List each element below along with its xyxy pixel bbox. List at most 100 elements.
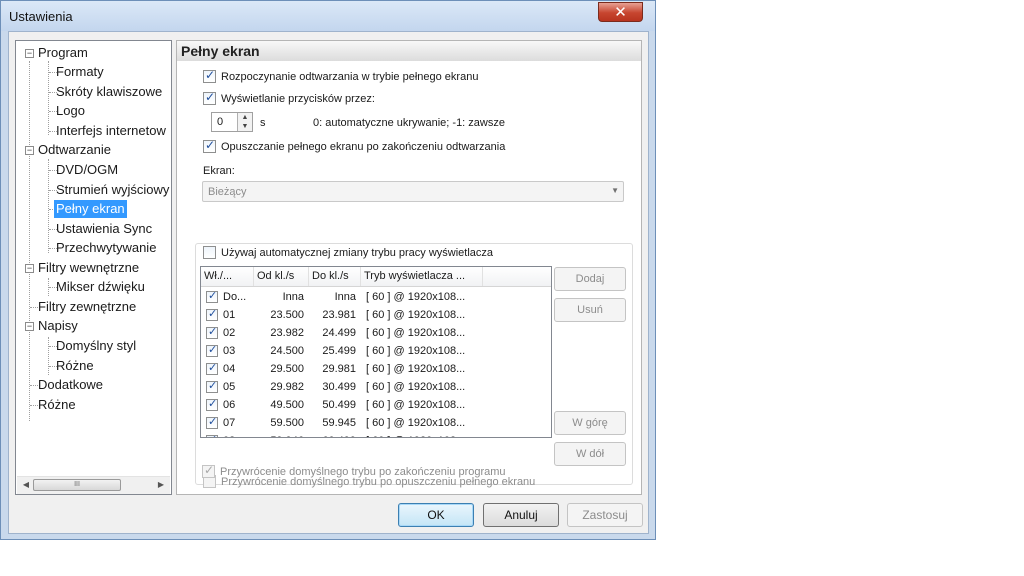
tree-item-interfejs-internetowy[interactable]: Interfejs internetow bbox=[56, 122, 166, 140]
row-enabled-checkbox[interactable] bbox=[206, 379, 218, 393]
table-row[interactable]: Do... Inna Inna [ 60 ] @ 1920x108... bbox=[201, 288, 551, 306]
scroll-right-icon[interactable]: ▶ bbox=[155, 479, 167, 491]
row-enabled-checkbox[interactable] bbox=[206, 343, 218, 357]
table-cell-mode: [ 60 ] @ 1920x108... bbox=[366, 432, 486, 437]
tree-item-filtry-zewnetrzne[interactable]: Filtry zewnętrzne bbox=[38, 298, 136, 316]
seconds-stepper[interactable]: 0 ▲ ▼ bbox=[211, 112, 253, 132]
tree-item-filtry-wewnetrzne[interactable]: Filtry wewnętrzne bbox=[38, 259, 139, 277]
remove-button[interactable]: Usuń bbox=[554, 298, 626, 322]
row-enabled-checkbox[interactable] bbox=[206, 415, 218, 429]
settings-tree: − Program Formaty Skróty klawiszowe Logo… bbox=[15, 40, 172, 495]
stepper-down-icon[interactable]: ▼ bbox=[237, 122, 252, 131]
tree-item-domyslny-styl[interactable]: Domyślny styl bbox=[56, 337, 136, 355]
tree-horizontal-scrollbar[interactable]: ◀ III ▶ bbox=[17, 476, 170, 494]
show-buttons-label[interactable]: Wyświetlanie przycisków przez: bbox=[221, 92, 375, 106]
collapse-program-icon[interactable]: − bbox=[25, 49, 34, 58]
tree-item-program[interactable]: Program bbox=[38, 44, 88, 62]
table-row[interactable]: 0859.946 60.499 [ 60 ] @ 1920x108... bbox=[201, 432, 551, 437]
table-cell-mode: [ 60 ] @ 1920x108... bbox=[366, 381, 466, 393]
tree-item-strumien-wyjsciowy[interactable]: Strumień wyjściowy bbox=[56, 181, 169, 199]
column-header-to[interactable]: Do kl./s bbox=[309, 267, 361, 286]
tree-item-logo[interactable]: Logo bbox=[56, 102, 85, 120]
collapse-napisy-icon[interactable]: − bbox=[25, 322, 34, 331]
show-buttons-checkbox[interactable] bbox=[203, 90, 216, 105]
scroll-thumb[interactable]: III bbox=[33, 479, 121, 491]
column-header-enabled[interactable]: Wł./... bbox=[201, 267, 254, 286]
tree-item-przechwytywanie[interactable]: Przechwytywanie bbox=[56, 239, 156, 257]
move-down-button[interactable]: W dół bbox=[554, 442, 626, 466]
panel-title: Pełny ekran bbox=[177, 41, 641, 61]
tree-item-dodatkowe[interactable]: Dodatkowe bbox=[38, 376, 103, 394]
start-fullscreen-checkbox[interactable] bbox=[203, 68, 216, 83]
apply-button[interactable]: Zastosuj bbox=[567, 503, 643, 527]
column-header-from[interactable]: Od kl./s bbox=[254, 267, 309, 286]
table-cell-from: 23.982 bbox=[270, 327, 304, 339]
table-cell-name: Do... bbox=[223, 291, 247, 303]
table-row[interactable]: 06 49.500 50.499 [ 60 ] @ 1920x108... bbox=[201, 396, 551, 414]
table-cell-to: 23.981 bbox=[322, 309, 356, 321]
collapse-filtry-wewnetrzne-icon[interactable]: − bbox=[25, 264, 34, 273]
table-cell-name: 03 bbox=[223, 345, 236, 357]
restore-on-close-label[interactable]: Przywrócenie domyślnego trybu po zakończ… bbox=[220, 465, 506, 479]
tree-item-dvd-ogm[interactable]: DVD/OGM bbox=[56, 161, 118, 179]
table-cell-from: 29.982 bbox=[270, 381, 304, 393]
chevron-down-icon[interactable]: ▼ bbox=[611, 186, 619, 195]
tree-item-pelny-ekran[interactable]: Pełny ekran bbox=[54, 200, 127, 218]
row-enabled-checkbox[interactable] bbox=[206, 325, 218, 339]
exit-fullscreen-label[interactable]: Opuszczanie pełnego ekranu po zakończeni… bbox=[221, 140, 505, 154]
add-button[interactable]: Dodaj bbox=[554, 267, 626, 291]
start-fullscreen-label[interactable]: Rozpoczynanie odtwarzania w trybie pełne… bbox=[221, 70, 478, 84]
column-header-display-mode[interactable]: Tryb wyświetlacza ... bbox=[361, 267, 483, 286]
table-cell-name: 08 bbox=[223, 432, 254, 437]
table-cell-to: 24.499 bbox=[322, 327, 356, 339]
table-cell-name: 01 bbox=[223, 309, 236, 321]
collapse-odtwarzanie-icon[interactable]: − bbox=[25, 146, 34, 155]
display-mode-list: Wł./... Od kl./s Do kl./s Tryb wyświetla… bbox=[200, 266, 552, 438]
table-cell-from: 59.946 bbox=[254, 432, 304, 437]
table-row[interactable]: 04 29.500 29.981 [ 60 ] @ 1920x108... bbox=[201, 360, 551, 378]
auto-mode-label[interactable]: Używaj automatycznej zmiany trybu pracy … bbox=[221, 246, 493, 260]
table-cell-from: 23.500 bbox=[270, 309, 304, 321]
table-cell-mode: [ 60 ] @ 1920x108... bbox=[366, 309, 466, 321]
table-cell-from: 24.500 bbox=[270, 345, 304, 357]
scroll-left-icon[interactable]: ◀ bbox=[20, 479, 32, 491]
tree-item-formaty[interactable]: Formaty bbox=[56, 63, 104, 81]
row-enabled-checkbox[interactable] bbox=[206, 397, 218, 411]
table-row[interactable]: 01 23.500 23.981 [ 60 ] @ 1920x108... bbox=[201, 306, 551, 324]
auto-mode-checkbox[interactable] bbox=[203, 246, 216, 259]
row-enabled-checkbox[interactable] bbox=[206, 307, 218, 321]
table-row[interactable]: 02 23.982 24.499 [ 60 ] @ 1920x108... bbox=[201, 324, 551, 342]
table-cell-name: 06 bbox=[223, 399, 236, 411]
table-cell-to: 29.981 bbox=[322, 363, 356, 375]
table-cell-to: 60.499 bbox=[309, 432, 356, 437]
restore-on-close-checkbox[interactable] bbox=[202, 463, 215, 478]
screen-select[interactable]: Bieżący ▼ bbox=[202, 181, 624, 202]
table-cell-to: 25.499 bbox=[322, 345, 356, 357]
table-cell-name: 07 bbox=[223, 417, 236, 429]
table-row[interactable]: 05 29.982 30.499 [ 60 ] @ 1920x108... bbox=[201, 378, 551, 396]
row-enabled-checkbox[interactable] bbox=[206, 361, 218, 375]
tree-item-ustawienia-sync[interactable]: Ustawienia Sync bbox=[56, 220, 152, 238]
tree-item-rozne[interactable]: Różne bbox=[38, 396, 76, 414]
table-cell-to: 59.945 bbox=[322, 417, 356, 429]
tree-item-skroty-klawiszowe[interactable]: Skróty klawiszowe bbox=[56, 83, 162, 101]
close-icon[interactable]: ✕ bbox=[598, 2, 643, 22]
table-cell-mode: [ 60 ] @ 1920x108... bbox=[366, 345, 466, 357]
tree-item-odtwarzanie[interactable]: Odtwarzanie bbox=[38, 141, 111, 159]
tree-item-rozne-napisy[interactable]: Różne bbox=[56, 357, 94, 375]
tree-item-mikser-dzwieku[interactable]: Mikser dźwięku bbox=[56, 278, 145, 296]
screen-select-value: Bieżący bbox=[208, 186, 247, 198]
tree-item-napisy[interactable]: Napisy bbox=[38, 317, 78, 335]
cancel-button[interactable]: Anuluj bbox=[483, 503, 559, 527]
row-enabled-checkbox[interactable] bbox=[206, 289, 218, 303]
table-cell-to: 50.499 bbox=[322, 399, 356, 411]
ok-button[interactable]: OK bbox=[398, 503, 474, 527]
move-up-button[interactable]: W górę bbox=[554, 411, 626, 435]
row-enabled-checkbox[interactable] bbox=[206, 433, 218, 437]
table-row[interactable]: 03 24.500 25.499 [ 60 ] @ 1920x108... bbox=[201, 342, 551, 360]
seconds-value[interactable]: 0 bbox=[217, 116, 223, 128]
table-row[interactable]: 07 59.500 59.945 [ 60 ] @ 1920x108... bbox=[201, 414, 551, 432]
table-cell-from: Inna bbox=[282, 291, 304, 303]
exit-fullscreen-checkbox[interactable] bbox=[203, 138, 216, 153]
table-cell-from: 29.500 bbox=[270, 363, 304, 375]
